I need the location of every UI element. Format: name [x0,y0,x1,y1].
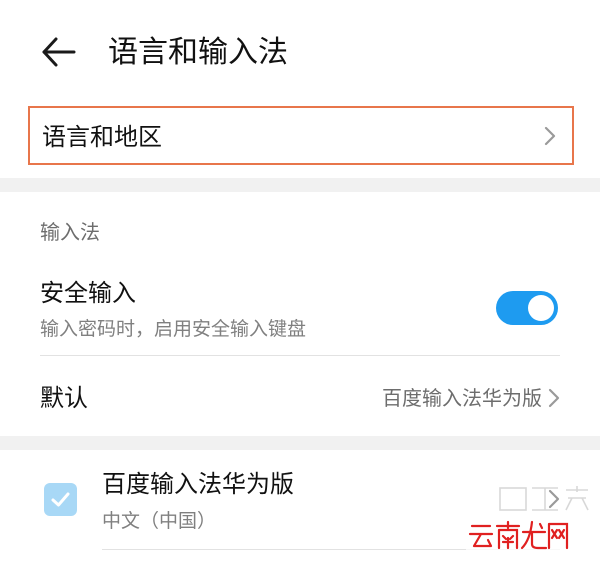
back-arrow-icon [42,37,76,67]
chevron-right-icon [548,388,560,408]
secure-input-description: 输入密码时，启用安全输入键盘 [40,318,307,340]
section-title-input-method: 输入法 [40,220,100,244]
checkmark-icon [51,492,70,507]
app-header: 语言和输入法 [0,0,600,106]
default-ime-label: 默认 [40,384,88,412]
ime-name: 百度输入法华为版 [102,470,294,498]
toggle-knob [528,295,554,321]
language-region-label: 语言和地区 [42,123,162,151]
divider [102,549,560,550]
chevron-right-icon [548,489,560,509]
secure-input-label: 安全输入 [40,279,136,307]
back-button[interactable] [38,30,82,74]
ime-checkbox[interactable] [44,483,77,516]
ime-language: 中文（中国） [102,510,217,532]
page-title: 语言和输入法 [108,35,288,70]
divider [40,355,560,356]
default-ime-value: 百度输入法华为版 [382,386,542,410]
language-region-row[interactable]: 语言和地区 [28,106,574,165]
section-gap [0,436,600,450]
secure-input-toggle[interactable] [496,291,558,325]
chevron-right-icon [544,126,556,146]
section-gap [0,178,600,192]
